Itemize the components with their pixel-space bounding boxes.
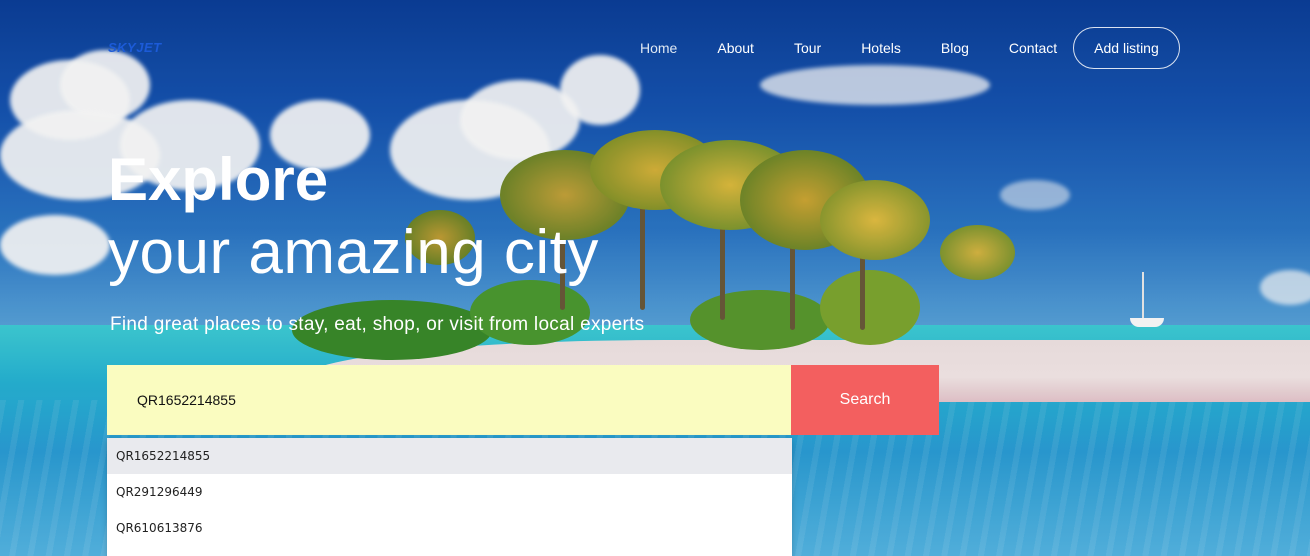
nav-item-about[interactable]: About [697, 26, 774, 70]
nav-item-home[interactable]: Home [620, 26, 697, 70]
nav-item-hotels[interactable]: Hotels [841, 26, 921, 70]
search-button[interactable]: Search [791, 365, 939, 435]
autocomplete-item[interactable]: QR610613876 [107, 510, 792, 546]
nav-item-contact[interactable]: Contact [989, 26, 1077, 70]
brand-logo[interactable]: SKYJET [108, 40, 162, 55]
autocomplete-item[interactable]: QR1652214855 [107, 438, 792, 474]
autocomplete-dropdown: QR1652214855 QR291296449 QR610613876 [107, 438, 792, 556]
hero-title-light: your amazing city [108, 218, 599, 287]
hero-subtitle: Find great places to stay, eat, shop, or… [110, 314, 645, 335]
nav-item-tour[interactable]: Tour [774, 26, 841, 70]
search-input[interactable] [107, 365, 791, 435]
autocomplete-item[interactable]: QR291296449 [107, 474, 792, 510]
main-nav: Home About Tour Hotels Blog Contact Add … [620, 26, 1180, 70]
hero-title-bold: Explore [108, 146, 329, 213]
add-listing-button[interactable]: Add listing [1073, 27, 1180, 69]
nav-item-blog[interactable]: Blog [921, 26, 989, 70]
